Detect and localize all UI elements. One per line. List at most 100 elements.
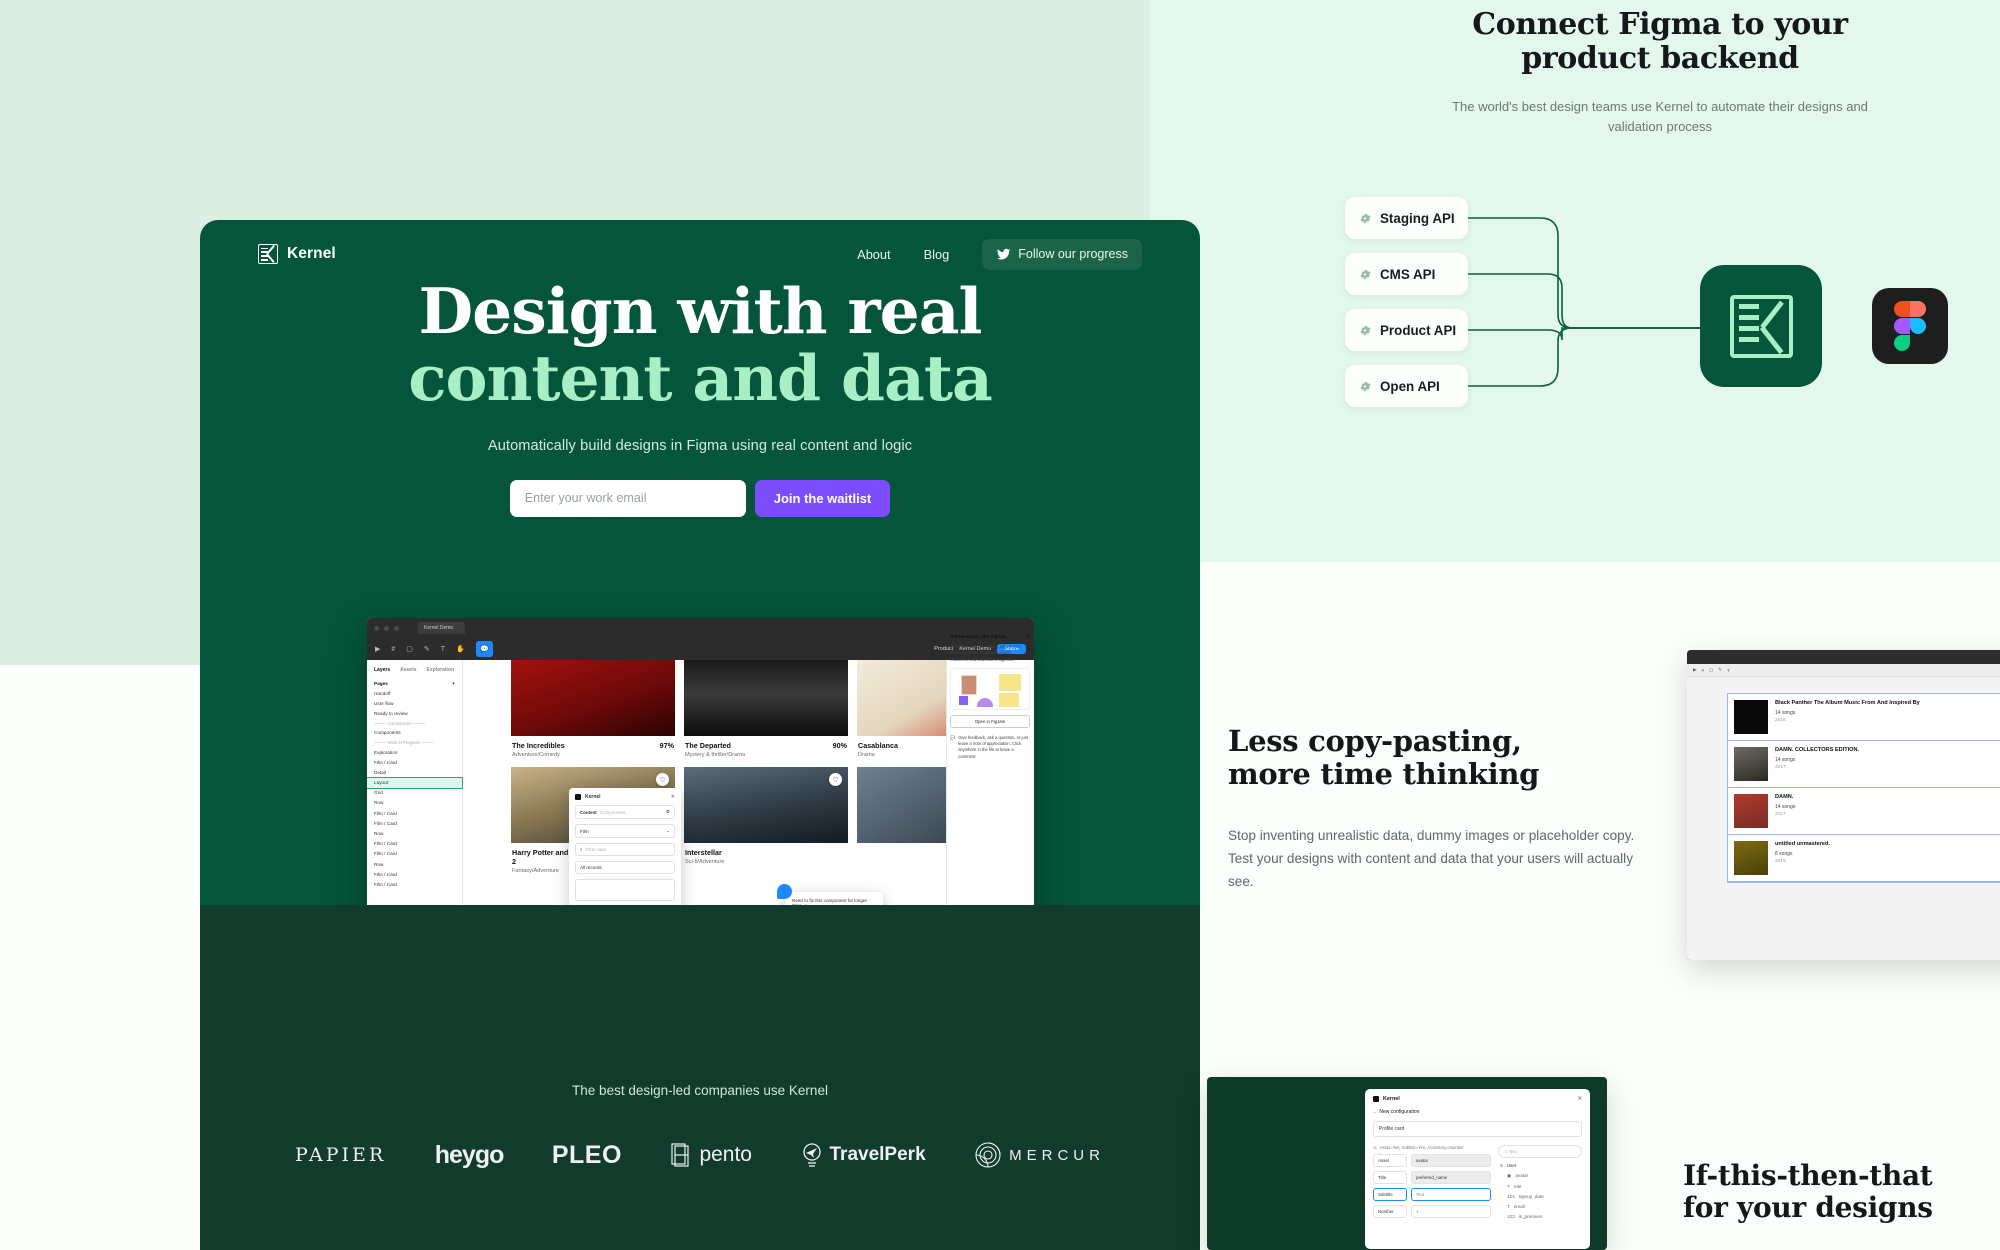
pen-tool-icon[interactable]: ✎ bbox=[1718, 667, 1722, 673]
layer-item[interactable]: Film / Card bbox=[367, 757, 462, 767]
tree-item[interactable]: 123 signup_date bbox=[1498, 1194, 1582, 1199]
move-tool-icon[interactable]: ▶ bbox=[1693, 667, 1696, 673]
layer-item[interactable]: Film / Card bbox=[367, 808, 462, 818]
album-title: DAMN. COLLECTORS EDITION. bbox=[1775, 747, 1860, 753]
tab-exploration[interactable]: Exploration bbox=[427, 667, 455, 673]
waitlist-form: Join the waitlist bbox=[200, 479, 1200, 517]
config-field-row[interactable]: Number 1 bbox=[1373, 1205, 1491, 1218]
movie-card[interactable]: The Incredibles 97% Adventure/Comedy bbox=[511, 660, 675, 767]
figma-canvas[interactable]: The Incredibles 97% Adventure/Comedy The… bbox=[463, 660, 946, 905]
tree-item[interactable]: Temail bbox=[1498, 1204, 1582, 1209]
copy-section-title: Less copy-pasting, more time thinking bbox=[1228, 724, 1648, 791]
comment-text: Need to fix this component for longer ti… bbox=[792, 898, 868, 905]
figma-node bbox=[1872, 288, 1948, 364]
brand-logo[interactable]: Kernel bbox=[258, 244, 336, 264]
number-icon: 123 bbox=[1507, 1214, 1515, 1219]
plugin-search[interactable]: ⌕ Filter data bbox=[575, 843, 675, 856]
shape-tool-icon[interactable]: ▢ bbox=[1709, 667, 1713, 673]
nav-link-about[interactable]: About bbox=[857, 247, 890, 262]
config-search-input[interactable]: ⌕ Text bbox=[1498, 1145, 1582, 1158]
comment-tool-icon[interactable]: 💬 bbox=[475, 641, 493, 657]
layer-item-selected[interactable]: Layout bbox=[367, 776, 463, 789]
tree-item[interactable]: Trole bbox=[1498, 1184, 1582, 1189]
kernel-config-panel[interactable]: Kernel ✕ ← New configuration Profile car… bbox=[1365, 1089, 1590, 1249]
figma-comment-bubble[interactable]: Need to fix this component for longer ti… bbox=[777, 884, 883, 905]
tree-item[interactable]: 123 is_premium bbox=[1498, 1214, 1582, 1219]
kernel-plugin-window[interactable]: Kernel ✕ Content Components ⚙ Film ⌄ ⌕ F… bbox=[569, 788, 681, 905]
config-field-row-active[interactable]: Subtitle Text bbox=[1373, 1188, 1491, 1201]
plugin-record-row[interactable] bbox=[575, 879, 675, 901]
album-row[interactable]: DAMN. 14 songs 2017 bbox=[1728, 788, 2000, 835]
page-item[interactable]: Ready to review bbox=[367, 709, 462, 719]
hand-tool-icon[interactable]: ✋ bbox=[456, 645, 465, 653]
config-field-row[interactable]: Title preferred_name bbox=[1373, 1171, 1491, 1184]
gear-icon[interactable]: ⚙ bbox=[666, 809, 670, 815]
movie-card[interactable]: ♡ Interstellar Sci-fi/Adventure bbox=[684, 767, 848, 883]
layer-item[interactable]: Film / Card bbox=[367, 839, 462, 849]
page-item[interactable]: Handoff bbox=[367, 688, 462, 698]
close-icon[interactable]: ✕ bbox=[1026, 634, 1030, 640]
copy-title-line1: Less copy-pasting, bbox=[1228, 724, 1522, 758]
diagram-subtitle: The world's best design teams use Kernel… bbox=[1452, 99, 1868, 134]
movie-card[interactable] bbox=[857, 767, 946, 883]
tab-assets[interactable]: Assets bbox=[400, 667, 416, 673]
album-year: 2018 bbox=[1775, 717, 1786, 723]
follow-progress-button[interactable]: Follow our progress bbox=[982, 238, 1142, 270]
open-in-figjam-button[interactable]: Open in FigJam bbox=[950, 714, 1030, 728]
tree-item[interactable]: ▣ avatar bbox=[1498, 1173, 1582, 1179]
pages-header: Pages + bbox=[374, 680, 455, 686]
close-icon[interactable]: ✕ bbox=[1577, 1096, 1582, 1102]
page-item[interactable]: Exploration bbox=[367, 747, 462, 757]
frame-tool-icon[interactable]: # bbox=[391, 646, 395, 653]
movie-card[interactable]: Casablanca Drama bbox=[857, 660, 946, 767]
layer-item[interactable]: Row bbox=[367, 798, 462, 808]
config-name-input[interactable]: Profile card bbox=[1373, 1121, 1582, 1137]
api-chip-cms[interactable]: CMS API bbox=[1345, 253, 1468, 295]
layer-item[interactable]: Film / Card bbox=[367, 818, 462, 828]
album-canvas[interactable]: Black Panther The Album Music From And I… bbox=[1687, 677, 2000, 960]
layer-item[interactable]: Film / Card bbox=[367, 879, 462, 889]
hero-subtitle: Automatically build designs in Figma usi… bbox=[487, 437, 913, 454]
move-tool-icon[interactable]: ▶ bbox=[375, 645, 380, 653]
frame-tool-icon[interactable]: # bbox=[1701, 668, 1704, 673]
tree-item[interactable]: ≡ User bbox=[1498, 1163, 1582, 1168]
nav-link-blog[interactable]: Blog bbox=[924, 247, 950, 262]
close-icon[interactable]: ✕ bbox=[671, 794, 675, 800]
album-row[interactable]: untitled unmastered. 8 songs 2016 bbox=[1728, 835, 2000, 882]
layer-item[interactable]: Row bbox=[367, 859, 462, 869]
album-row[interactable]: Black Panther The Album Music From And I… bbox=[1728, 694, 2000, 741]
plugin-content-row[interactable]: Content Components ⚙ bbox=[575, 805, 675, 819]
text-tool-icon[interactable]: T bbox=[1727, 668, 1730, 673]
album-row[interactable]: DAMN. COLLECTORS EDITION. 14 songs 2017 bbox=[1728, 741, 2000, 788]
favorite-icon[interactable]: ♡ bbox=[656, 773, 669, 786]
join-waitlist-button[interactable]: Join the waitlist bbox=[754, 479, 891, 517]
plugin-source-select[interactable]: Film ⌄ bbox=[575, 824, 675, 838]
layer-item[interactable]: Row bbox=[367, 828, 462, 838]
layer-item[interactable]: Grid bbox=[367, 788, 462, 798]
gear-icon bbox=[1360, 269, 1371, 279]
album-art bbox=[1734, 841, 1768, 875]
layer-item[interactable]: Detail bbox=[367, 767, 462, 777]
tab-layers[interactable]: Layers bbox=[374, 667, 390, 673]
movie-card[interactable]: The Departed 90% Mystery & thriller/Dram… bbox=[684, 660, 848, 767]
config-back-link[interactable]: ← New configuration bbox=[1373, 1109, 1582, 1115]
config-field-row[interactable]: Asset avatar bbox=[1373, 1154, 1491, 1167]
movie-title: Interstellar bbox=[685, 848, 722, 857]
api-chip-product[interactable]: Product API bbox=[1345, 309, 1468, 351]
page-item[interactable]: User flow bbox=[367, 698, 462, 708]
shape-tool-icon[interactable]: ▢ bbox=[406, 645, 413, 653]
kernel-logo-icon bbox=[258, 244, 278, 264]
text-tool-icon[interactable]: T bbox=[441, 646, 445, 653]
favorite-icon[interactable]: ♡ bbox=[829, 773, 842, 786]
layer-item[interactable]: Film / Card bbox=[367, 849, 462, 859]
diagram-title-line1: Connect Figma to your bbox=[1472, 7, 1848, 42]
figma-file-tab[interactable]: Kernel Demo bbox=[418, 622, 466, 634]
api-chip-staging[interactable]: Staging API bbox=[1345, 197, 1468, 239]
pen-tool-icon[interactable]: ✎ bbox=[424, 645, 430, 653]
api-chip-open[interactable]: Open API bbox=[1345, 365, 1468, 407]
layer-item[interactable]: Film / Card bbox=[367, 869, 462, 879]
album-screenshot: ▶ # ▢ ✎ T Share Black Panther The Album … bbox=[1687, 650, 2000, 960]
movie-genre: Adventure/Comedy bbox=[512, 752, 560, 758]
page-item[interactable]: Components bbox=[367, 728, 462, 738]
email-input[interactable] bbox=[509, 479, 746, 517]
